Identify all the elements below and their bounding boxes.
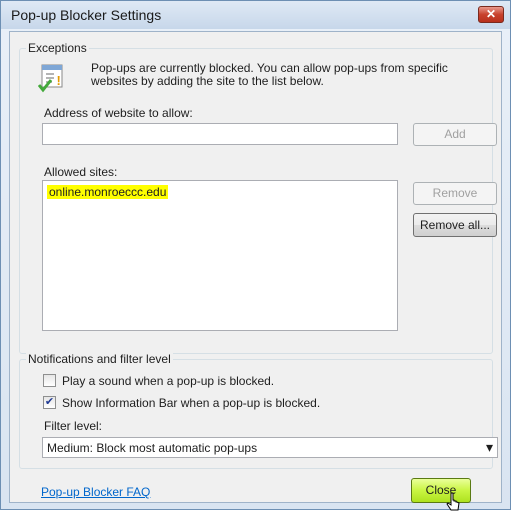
window-title: Pop-up Blocker Settings xyxy=(11,7,162,23)
title-bar[interactable]: Pop-up Blocker Settings ✕ xyxy=(1,1,510,29)
allowed-sites-list[interactable]: online.monroeccc.edu xyxy=(42,180,398,331)
allowed-site-entry: online.monroeccc.edu xyxy=(47,185,169,199)
mouse-cursor-icon xyxy=(446,492,462,512)
popup-blocker-icon: ! xyxy=(37,64,64,94)
check-mark-icon: ✔ xyxy=(44,396,55,408)
filter-level-label: Filter level: xyxy=(44,419,103,433)
popup-blocker-faq-link[interactable]: Pop-up Blocker FAQ xyxy=(41,485,150,499)
close-window-button[interactable]: ✕ xyxy=(478,6,504,23)
play-sound-checkbox[interactable] xyxy=(43,374,56,387)
popup-blocker-dialog: Pop-up Blocker Settings ✕ Exceptions ! P… xyxy=(0,0,511,511)
show-info-bar-checkbox[interactable]: ✔ xyxy=(43,396,56,409)
svg-text:!: ! xyxy=(57,73,61,88)
address-input[interactable] xyxy=(42,123,398,145)
filter-level-select[interactable]: Medium: Block most automatic pop-ups ▾ xyxy=(42,437,498,458)
remove-button[interactable]: Remove xyxy=(413,182,497,205)
notifications-legend: Notifications and filter level xyxy=(26,352,173,366)
chevron-down-icon: ▾ xyxy=(485,439,493,455)
popup-info-text: Pop-ups are currently blocked. You can a… xyxy=(91,61,448,88)
address-label: Address of website to allow: xyxy=(44,106,193,120)
filter-level-value: Medium: Block most automatic pop-ups xyxy=(47,441,258,455)
close-button[interactable]: Close xyxy=(411,478,471,503)
show-info-bar-label[interactable]: Show Information Bar when a pop-up is bl… xyxy=(62,396,320,410)
remove-all-button[interactable]: Remove all... xyxy=(413,213,497,237)
play-sound-label[interactable]: Play a sound when a pop-up is blocked. xyxy=(62,374,274,388)
allowed-sites-label: Allowed sites: xyxy=(44,165,118,179)
close-icon: ✕ xyxy=(485,7,497,21)
add-button[interactable]: Add xyxy=(413,123,497,146)
dialog-body: Exceptions ! Pop-ups are currently block… xyxy=(9,31,502,511)
list-item[interactable]: online.monroeccc.edu xyxy=(47,185,169,199)
exceptions-legend: Exceptions xyxy=(26,41,89,55)
